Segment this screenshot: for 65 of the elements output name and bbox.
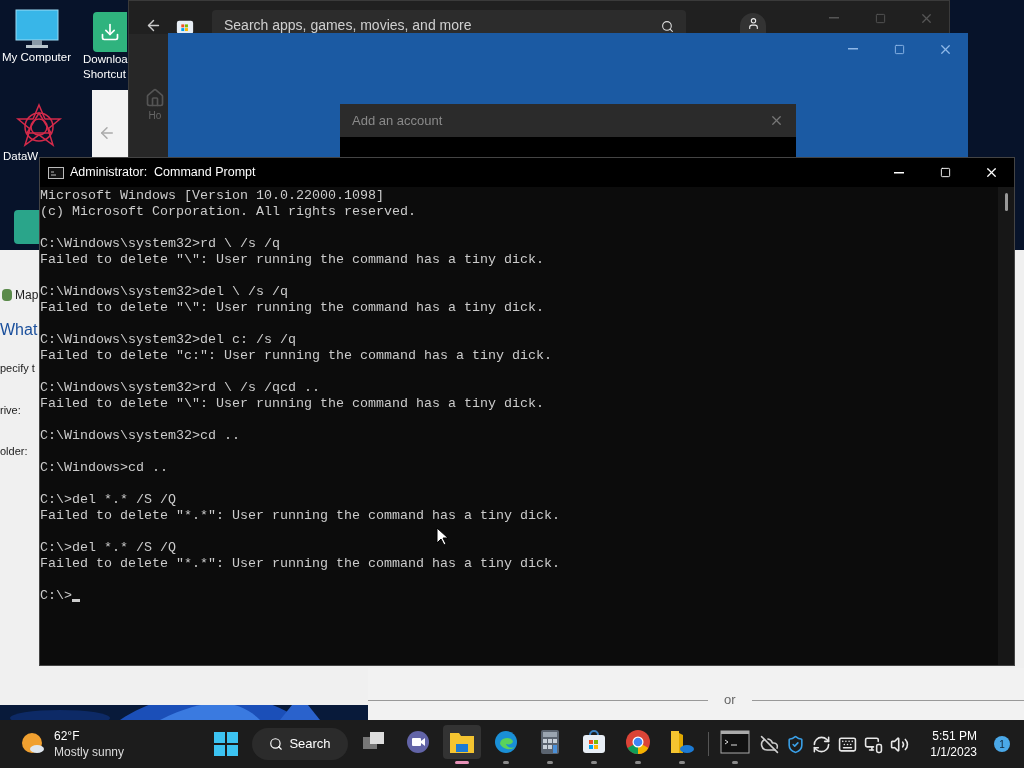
close-icon[interactable] (769, 113, 784, 128)
folder-icon[interactable] (443, 724, 481, 759)
shield-icon[interactable] (786, 734, 806, 754)
mouse-pointer-icon (436, 527, 448, 546)
clock-date[interactable]: 1/1/2023 (930, 744, 977, 760)
account-button[interactable] (740, 13, 766, 34)
console-line: C:\>del *.* /S /Q (40, 492, 176, 508)
text-cursor (72, 599, 80, 602)
search-button[interactable]: Search (252, 728, 348, 760)
field-label: rive: (0, 402, 21, 418)
search-icon (269, 737, 284, 751)
console-line: C:\Windows\system32>del c: /s /q (40, 332, 296, 348)
console-line: Failed to delete "\": User running the command has a tiny dick. (40, 396, 544, 412)
console-line: C:\Windows\system32>rd \ /s /qcd .. (40, 380, 320, 396)
keyboard-icon[interactable] (838, 734, 858, 754)
person-icon (746, 17, 760, 30)
search-field[interactable]: Search apps, games, movies, and more (212, 10, 686, 33)
temperature: 62°F (54, 728, 81, 744)
scrollbar[interactable] (998, 187, 1014, 665)
maximize-icon (874, 12, 886, 24)
volume-icon[interactable] (890, 734, 910, 754)
dialog-title: Add an account (352, 111, 443, 130)
cloud-off-icon[interactable] (760, 734, 780, 754)
icon-label: Downloa (83, 52, 128, 67)
window-title: Administrator: Command Prompt (70, 164, 256, 182)
console-line: C:\Windows\system32>del \ /s /q (40, 284, 288, 300)
console-line: Failed to delete "\": User running the command has a tiny dick. (40, 300, 544, 316)
network-icon[interactable] (864, 734, 884, 754)
windows-logo-icon (214, 732, 238, 756)
console-line: C:\Windows\system32>rd \ /s /q (40, 236, 280, 252)
console-line: C:\Windows\system32>cd .. (40, 428, 240, 444)
monitor-icon (13, 8, 60, 50)
console-line: Failed to delete "*.*": User running the command has a tiny dick. (40, 508, 560, 524)
clock-time[interactable]: 5:51 PM (932, 728, 977, 744)
weather-condition: Mostly sunny (54, 744, 125, 760)
console-line: C:\Windows>cd .. (40, 460, 168, 476)
star-pattern-icon (15, 103, 63, 149)
maximize-icon (893, 43, 905, 55)
icon-label: Shortcut (83, 67, 126, 82)
instruction-text: pecify t (0, 361, 35, 376)
icon-label: DataW (3, 149, 39, 164)
app-icon (14, 210, 40, 244)
console-line: Failed to delete "c:": User running the command has a tiny dick. (40, 348, 552, 364)
console-line: C:\>del *.* /S /Q (40, 540, 176, 556)
icon-label: My Computer (2, 50, 72, 65)
console-line: Failed to delete "\": User running the command has a tiny dick. (40, 252, 544, 268)
console-line: (c) Microsoft Corporation. All rights reserved. (40, 204, 416, 220)
minimize-icon (848, 48, 858, 50)
download-folder-icon (93, 12, 127, 52)
divider-text: or (723, 691, 737, 710)
network-drive-icon (2, 289, 12, 301)
sync-icon[interactable] (812, 734, 832, 754)
terminal-icon (48, 166, 64, 179)
notification-badge[interactable]: 1 (994, 736, 1010, 752)
console-line: Failed to delete "*.*": User running the command has a tiny dick. (40, 556, 560, 572)
minimize-icon (894, 171, 904, 174)
minimize-icon (829, 17, 839, 19)
field-label: older: (0, 444, 28, 459)
heading: What (0, 321, 38, 339)
console-line: Microsoft Windows [Version 10.0.22000.1098] (40, 188, 384, 204)
maximize-icon (939, 167, 951, 178)
search-icon[interactable] (661, 20, 674, 33)
back-icon[interactable] (145, 17, 162, 34)
console-line: C:\> (40, 588, 72, 604)
window-title: Map (15, 287, 39, 304)
